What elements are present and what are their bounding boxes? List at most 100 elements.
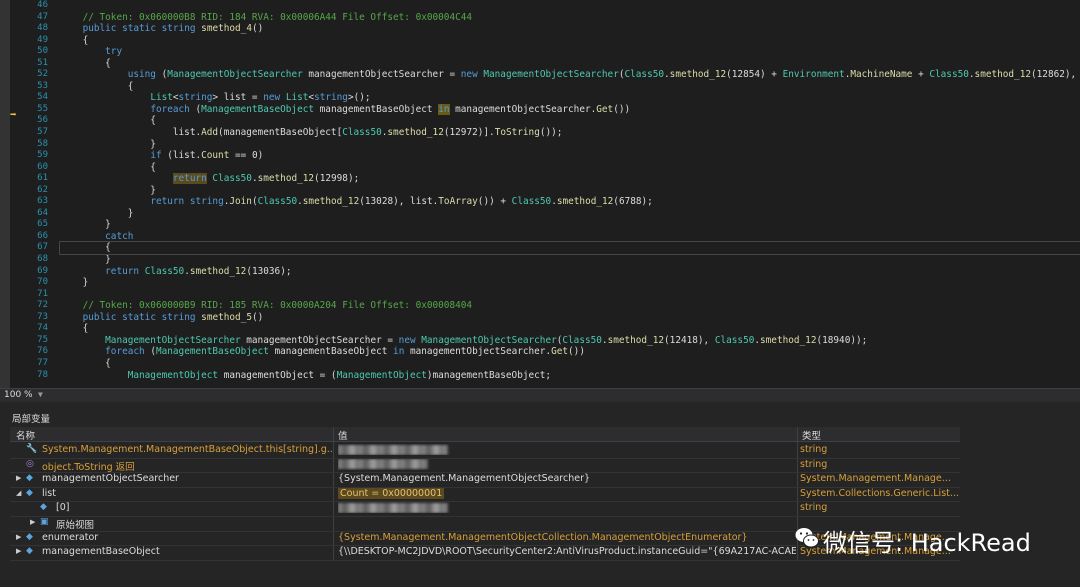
code-line[interactable]: catch	[60, 231, 1080, 243]
locals-row-name: managementBaseObject	[42, 546, 160, 558]
code-line[interactable]: }	[60, 208, 1080, 220]
code-line[interactable]: {	[60, 358, 1080, 370]
code-line[interactable]: {	[60, 58, 1080, 70]
locals-row-value[interactable]: {\\DESKTOP-MC2JDVD\ROOT\SecurityCenter2:…	[338, 546, 796, 557]
locals-row-name: enumerator	[42, 531, 99, 543]
code-line[interactable]: return Class50.smethod_12(13036);	[60, 266, 1080, 278]
code-line[interactable]: list.Add(managementBaseObject[Class50.sm…	[60, 127, 1080, 139]
zoom-level[interactable]: 100 %	[4, 390, 33, 400]
code-line[interactable]: using (ManagementObjectSearcher manageme…	[60, 69, 1080, 81]
locals-row[interactable]: ◢ ◆ list Count = 0x00000001 System.Collectio…	[10, 487, 960, 503]
locals-row-value[interactable]: {System.Management.ManagementObjectColle…	[338, 532, 796, 543]
code-line[interactable]: {	[60, 115, 1080, 127]
locals-row-name: list	[42, 487, 56, 499]
code-line[interactable]: }	[60, 219, 1080, 231]
line-number: 63	[37, 196, 48, 207]
code-line[interactable]: // Token: 0x060000B8 RID: 184 RVA: 0x000…	[60, 12, 1080, 24]
code-line[interactable]: {	[60, 323, 1080, 335]
line-number: 46	[37, 0, 48, 10]
line-number: 72	[37, 300, 48, 311]
locals-row-type: System.Collections.Generic.List...	[800, 487, 958, 499]
column-header-value[interactable]: 值	[338, 428, 348, 442]
locals-row[interactable]: ▶ ◆ managementObjectSearcher {System.Manage…	[10, 472, 960, 488]
editor-status-bar: 100 % ▼	[0, 388, 1080, 403]
column-header-name[interactable]: 名称	[16, 428, 35, 442]
line-number: 48	[37, 23, 48, 34]
code-line[interactable]: return Class50.smethod_12(12998);	[60, 173, 1080, 185]
locals-row-name: 原始视图	[56, 520, 95, 531]
locals-panel: 局部变量 名称 值 类型 🔧 System.Management.Manageme…	[0, 409, 1080, 587]
code-line[interactable]: if (list.Count == 0)	[60, 150, 1080, 162]
line-number: 67	[37, 242, 48, 253]
locals-row-value[interactable]	[338, 459, 796, 470]
line-number: 69	[37, 265, 48, 276]
locals-row-name: managementObjectSearcher	[42, 473, 179, 485]
locals-row-value-text: Count = 0x00000001	[338, 487, 445, 499]
code-line[interactable]: }	[60, 139, 1080, 151]
line-number: 55	[37, 103, 48, 114]
breakpoint-gutter[interactable]	[0, 0, 10, 388]
locals-row[interactable]: 🔧 System.Management.ManagementBaseObject.…	[10, 443, 960, 459]
code-line[interactable]: ManagementObject managementObject = (Man…	[60, 370, 1080, 382]
code-line[interactable]: {	[60, 81, 1080, 93]
redacted-value	[338, 459, 428, 470]
code-line[interactable]: }	[60, 277, 1080, 289]
code-line[interactable]: return string.Join(Class50.smethod_12(13…	[60, 196, 1080, 208]
code-line[interactable]: List<string> list = new List<string>();	[60, 92, 1080, 104]
line-number: 53	[37, 80, 48, 91]
code-line[interactable]: foreach (ManagementBaseObject management…	[60, 103, 1080, 116]
column-header-type[interactable]: 类型	[802, 428, 821, 442]
locals-row-name: System.Management.ManagementBaseObject.t…	[42, 444, 332, 455]
line-number: 52	[37, 69, 48, 80]
line-number: 59	[37, 150, 48, 161]
code-line[interactable]: public static string smethod_5()	[60, 312, 1080, 324]
line-number: 70	[37, 277, 48, 288]
locals-row-type: System.Management.Manage...	[800, 473, 951, 485]
locals-row-value-text: {System.Management.ManagementObjectSearc…	[338, 473, 591, 485]
code-line[interactable]: // Token: 0x060000B9 RID: 185 RVA: 0x000…	[60, 300, 1080, 312]
line-number: 68	[37, 254, 48, 265]
line-number: 54	[37, 92, 48, 103]
locals-panel-title: 局部变量	[12, 414, 51, 425]
code-editor[interactable]: ➡ 46 47 48 49 50 51 52 53 54 55 56 57 58 59 60 61 62 63 64…	[0, 0, 1080, 388]
locals-row[interactable]: ◎ object.ToString 返回 string	[10, 458, 960, 474]
code-line[interactable]: }	[60, 254, 1080, 266]
code-line[interactable]	[60, 289, 1080, 301]
local-variable-icon: ◆	[26, 531, 33, 542]
code-line[interactable]: try	[60, 46, 1080, 58]
code-line[interactable]: }	[60, 185, 1080, 197]
panel-splitter[interactable]	[0, 402, 1080, 409]
line-number: 50	[37, 46, 48, 57]
locals-row-value[interactable]	[338, 502, 796, 513]
expand-toggle-icon[interactable]: ▶	[16, 547, 21, 555]
watermark: 微信号: HackRead	[795, 523, 1055, 557]
locals-row-value[interactable]	[338, 444, 796, 455]
line-number: 73	[37, 311, 48, 322]
code-line[interactable]: foreach (ManagementBaseObject management…	[60, 346, 1080, 358]
line-number: 71	[37, 288, 48, 299]
code-line[interactable]	[60, 0, 1080, 12]
local-variable-icon: ◆	[26, 546, 33, 557]
redacted-value	[338, 444, 448, 455]
code-lines[interactable]: // Token: 0x060000B8 RID: 184 RVA: 0x000…	[59, 0, 1080, 382]
expand-toggle-icon[interactable]: ▶	[16, 474, 21, 482]
watermark-text: 微信号: HackRead	[823, 529, 1031, 557]
locals-header: 名称 值 类型	[10, 427, 960, 442]
code-line[interactable]: {	[59, 241, 1080, 255]
locals-row-name: object.ToString 返回	[42, 461, 135, 473]
line-number: 47	[37, 11, 48, 22]
code-line[interactable]: {	[60, 35, 1080, 47]
line-number-column: 46 47 48 49 50 51 52 53 54 55 56 57 58 59 60 61 62 63 64 65…	[10, 0, 54, 381]
code-line[interactable]: ManagementObjectSearcher managementObjec…	[60, 335, 1080, 347]
locals-row[interactable]: ◆ [0] string	[10, 501, 960, 517]
code-line[interactable]: {	[60, 162, 1080, 174]
locals-row-value[interactable]: {System.Management.ManagementObjectSearc…	[338, 473, 796, 484]
expand-toggle-icon[interactable]: ▶	[16, 533, 21, 541]
locals-row-value[interactable]: Count = 0x00000001	[338, 487, 796, 499]
expand-toggle-icon[interactable]: ▶	[30, 518, 35, 526]
zoom-dropdown-icon[interactable]: ▼	[38, 390, 43, 399]
line-number: 60	[37, 161, 48, 172]
expand-toggle-icon[interactable]: ◢	[16, 489, 21, 497]
line-number: 49	[37, 34, 48, 45]
code-line[interactable]: public static string smethod_4()	[60, 23, 1080, 35]
